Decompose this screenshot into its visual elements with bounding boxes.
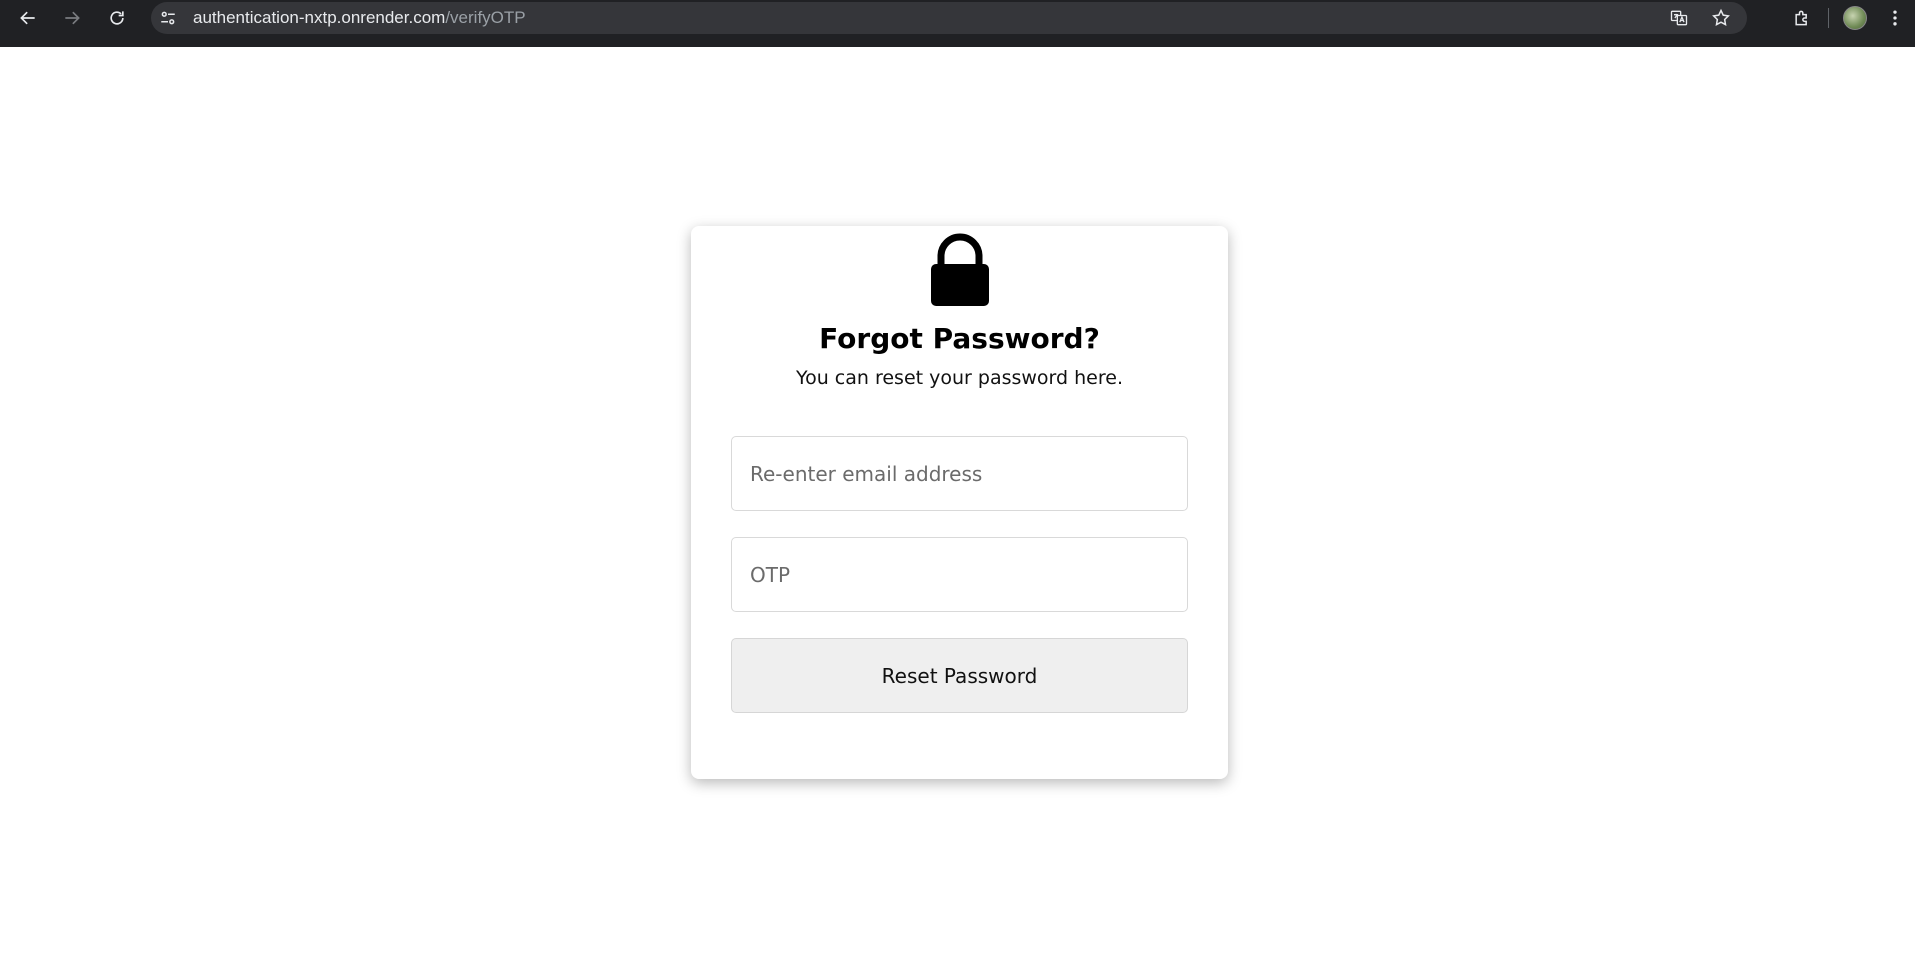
more-menu-icon — [1893, 10, 1897, 26]
extensions-icon — [1795, 10, 1807, 26]
profile-button[interactable] — [1835, 0, 1875, 36]
url-host: authentication-nxtp.onrender.com — [193, 8, 446, 27]
reset-password-button[interactable]: Reset Password — [731, 638, 1188, 713]
address-bar[interactable]: authentication-nxtp.onrender.com/verifyO… — [151, 2, 1747, 34]
site-info-icon — [161, 11, 175, 25]
profile-avatar — [1843, 6, 1867, 30]
browser-toolbar: authentication-nxtp.onrender.com/verifyO… — [0, 0, 1915, 47]
reload-button[interactable] — [97, 0, 137, 36]
translate-button[interactable] — [1665, 4, 1693, 32]
site-info-button[interactable] — [151, 2, 185, 34]
otp-field[interactable] — [731, 537, 1188, 612]
back-button[interactable] — [8, 0, 48, 36]
bookmark-button[interactable] — [1707, 4, 1735, 32]
forgot-password-card: Forgot Password? You can reset your pass… — [691, 226, 1228, 779]
forward-icon — [65, 11, 80, 25]
lock-icon — [931, 233, 989, 306]
page-title: Forgot Password? — [819, 322, 1100, 355]
page-subtitle: You can reset your password here. — [796, 367, 1123, 389]
email-field[interactable] — [731, 436, 1188, 511]
bookmark-star-icon — [1712, 8, 1730, 26]
url-path: /verifyOTP — [445, 8, 526, 27]
reload-icon — [110, 11, 124, 25]
translate-icon — [1670, 10, 1688, 26]
back-icon — [20, 11, 35, 25]
url-text[interactable]: authentication-nxtp.onrender.com/verifyO… — [193, 8, 526, 28]
forward-button[interactable] — [52, 0, 92, 36]
toolbar-divider — [1828, 8, 1829, 28]
extensions-button[interactable] — [1782, 0, 1822, 36]
more-menu-button[interactable] — [1875, 0, 1915, 36]
